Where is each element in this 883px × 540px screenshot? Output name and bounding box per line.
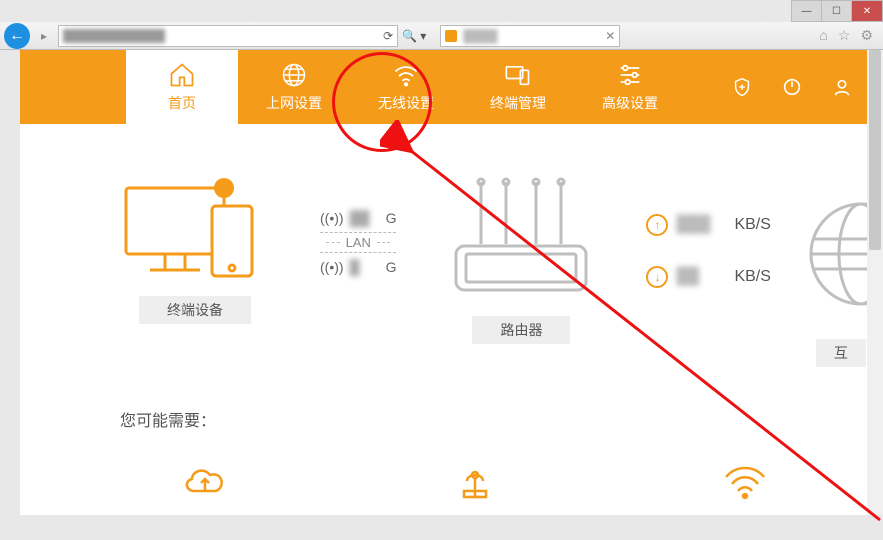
close-window-button[interactable]: ✕ (852, 1, 882, 21)
signal-icon: ((•)) (320, 210, 344, 226)
monitor-phone-icon (120, 174, 270, 284)
nav-advanced[interactable]: 高级设置 (574, 50, 686, 124)
favicon-icon (445, 30, 457, 42)
nav-home-label: 首页 (168, 93, 196, 113)
nav-advanced-label: 高级设置 (602, 93, 658, 113)
cloud-upload-icon[interactable] (180, 461, 230, 506)
nav-clients-label: 终端管理 (490, 93, 546, 113)
home-icon[interactable]: ⌂ (819, 27, 827, 44)
you-may-need-section: 您可能需要： (20, 387, 883, 515)
forward-button[interactable]: ▸ (34, 26, 54, 46)
connection-info: ((•)) ██ G LAN ((•)) █ G (320, 204, 396, 281)
nav-clients[interactable]: 终端管理 (462, 50, 574, 124)
tab-title: ████ (463, 29, 599, 43)
nav-wifi-label: 无线设置 (378, 93, 434, 113)
nav-wan[interactable]: 上网设置 (238, 50, 350, 124)
lan-row: LAN (320, 233, 396, 252)
globe-icon (280, 61, 308, 89)
download-icon: ↓ (646, 266, 668, 288)
vertical-scrollbar[interactable] (867, 50, 883, 515)
search-icon[interactable]: 🔍 ▾ (402, 29, 426, 43)
browser-tab[interactable]: ████ ✕ (440, 25, 620, 47)
address-bar[interactable]: ⟳ (58, 25, 398, 47)
nav-right-icons (731, 50, 883, 124)
settings-icon[interactable]: ⚙ (860, 27, 873, 44)
internet-label: 互 (816, 339, 866, 367)
page-content: 首页 上网设置 无线设置 终端管理 高级设置 (20, 50, 883, 515)
nav-wifi[interactable]: 无线设置 (350, 50, 462, 124)
top-navigation: 首页 上网设置 无线设置 终端管理 高级设置 (20, 50, 883, 124)
shield-icon[interactable] (731, 76, 753, 98)
wifi-5g-name: ██ (350, 210, 380, 226)
back-button[interactable]: ← (4, 23, 30, 49)
wifi-5g-row: ((•)) ██ G (320, 204, 396, 232)
devices-card[interactable]: 终端设备 (120, 174, 270, 324)
maximize-button[interactable]: ☐ (822, 1, 852, 21)
devices-label: 终端设备 (139, 296, 251, 324)
browser-right-icons: ⌂ ☆ ⚙ (819, 27, 879, 44)
upload-icon: ↑ (646, 214, 668, 236)
antenna-icon[interactable] (450, 461, 500, 506)
user-icon[interactable] (831, 76, 853, 98)
router-label: 路由器 (472, 316, 570, 344)
nav-home[interactable]: 首页 (126, 50, 238, 124)
address-input[interactable] (63, 29, 383, 43)
window-controls: — ☐ ✕ (791, 0, 883, 22)
wifi-24g-band: G (386, 259, 397, 275)
wifi-24g-name: █ (350, 259, 380, 275)
home-icon (168, 61, 196, 89)
wifi-5g-band: G (386, 210, 397, 226)
download-row: ↓ ██ KB/S (646, 266, 770, 288)
router-icon (446, 174, 596, 304)
nav-wan-label: 上网设置 (266, 93, 322, 113)
speed-info: ↑ ███ KB/S ↓ ██ KB/S (646, 214, 770, 288)
minimize-button[interactable]: — (792, 1, 822, 21)
browser-toolbar: ← ▸ ⟳ 🔍 ▾ ████ ✕ ⌂ ☆ ⚙ (0, 22, 883, 50)
download-unit: KB/S (734, 268, 770, 286)
scrollbar-thumb[interactable] (869, 50, 881, 250)
sliders-icon (616, 61, 644, 89)
wifi-icon (392, 61, 420, 89)
upload-row: ↑ ███ KB/S (646, 214, 770, 236)
signal-icon: ((•)) (320, 259, 344, 275)
devices-icon (504, 61, 532, 89)
dashboard-row: 终端设备 ((•)) ██ G LAN ((•)) █ G (20, 124, 883, 387)
router-card[interactable]: 路由器 (446, 174, 596, 344)
tab-close-button[interactable]: ✕ (605, 29, 615, 43)
refresh-icon[interactable]: ⟳ (383, 29, 393, 43)
you-may-need-title: 您可能需要： (120, 407, 783, 431)
wifi-signal-icon[interactable] (720, 461, 770, 506)
favorites-icon[interactable]: ☆ (838, 27, 851, 44)
wifi-24g-row: ((•)) █ G (320, 253, 396, 281)
download-value: ██ (676, 268, 726, 286)
upload-value: ███ (676, 216, 726, 234)
power-icon[interactable] (781, 76, 803, 98)
upload-unit: KB/S (734, 216, 770, 234)
